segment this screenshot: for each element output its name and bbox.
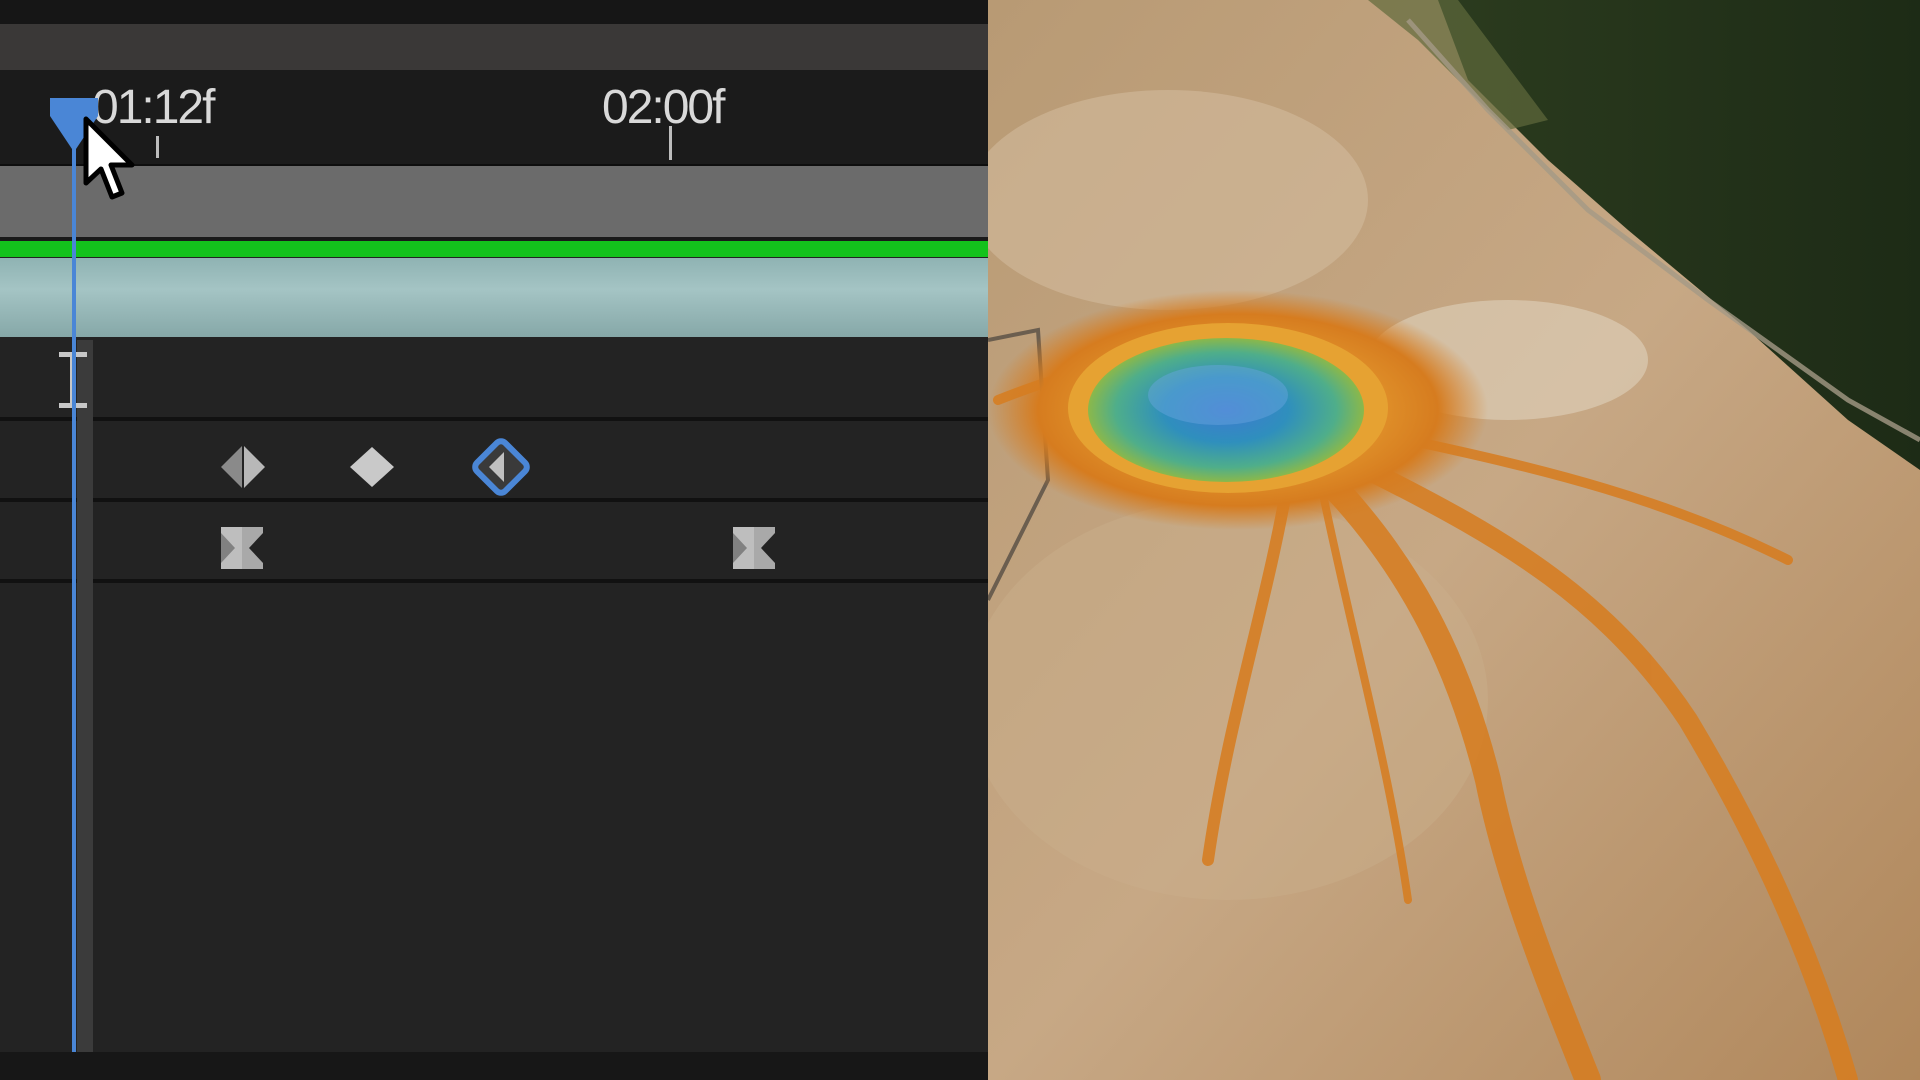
playhead-line[interactable] (72, 100, 76, 1052)
panel-top-strip (0, 0, 988, 24)
composition-preview (988, 0, 1920, 1080)
render-status-bar (0, 241, 988, 257)
ruler-label-02-00f: 02:00f (602, 81, 725, 134)
timeline-header-bar[interactable] (0, 24, 988, 71)
hold-keyframe-icon[interactable] (731, 525, 777, 571)
property-row-source-text[interactable] (0, 340, 988, 421)
layer-in-point-edge (77, 340, 93, 1052)
hold-keyframe-icon[interactable] (219, 525, 265, 571)
time-ruler[interactable]: 01:12f 02:00f (0, 70, 988, 167)
work-area-bar[interactable] (0, 166, 988, 241)
keyframe-diamond-icon[interactable] (349, 446, 395, 488)
timeline-bottom-strip (0, 1052, 988, 1080)
timeline-panel: 01:12f 02:00f (0, 0, 988, 1080)
keyframe-diamond-selected-icon[interactable] (464, 430, 538, 504)
ruler-tick (156, 136, 159, 158)
aerial-hot-spring-image (988, 0, 1920, 1080)
ruler-tick (669, 126, 672, 160)
mouse-pointer-icon (83, 116, 135, 200)
property-row-hold-keyframes[interactable] (0, 502, 988, 583)
keyframe-diamond-icon[interactable] (218, 444, 268, 490)
layer-duration-bar[interactable] (0, 258, 988, 337)
timeline-empty-area (0, 586, 988, 1052)
